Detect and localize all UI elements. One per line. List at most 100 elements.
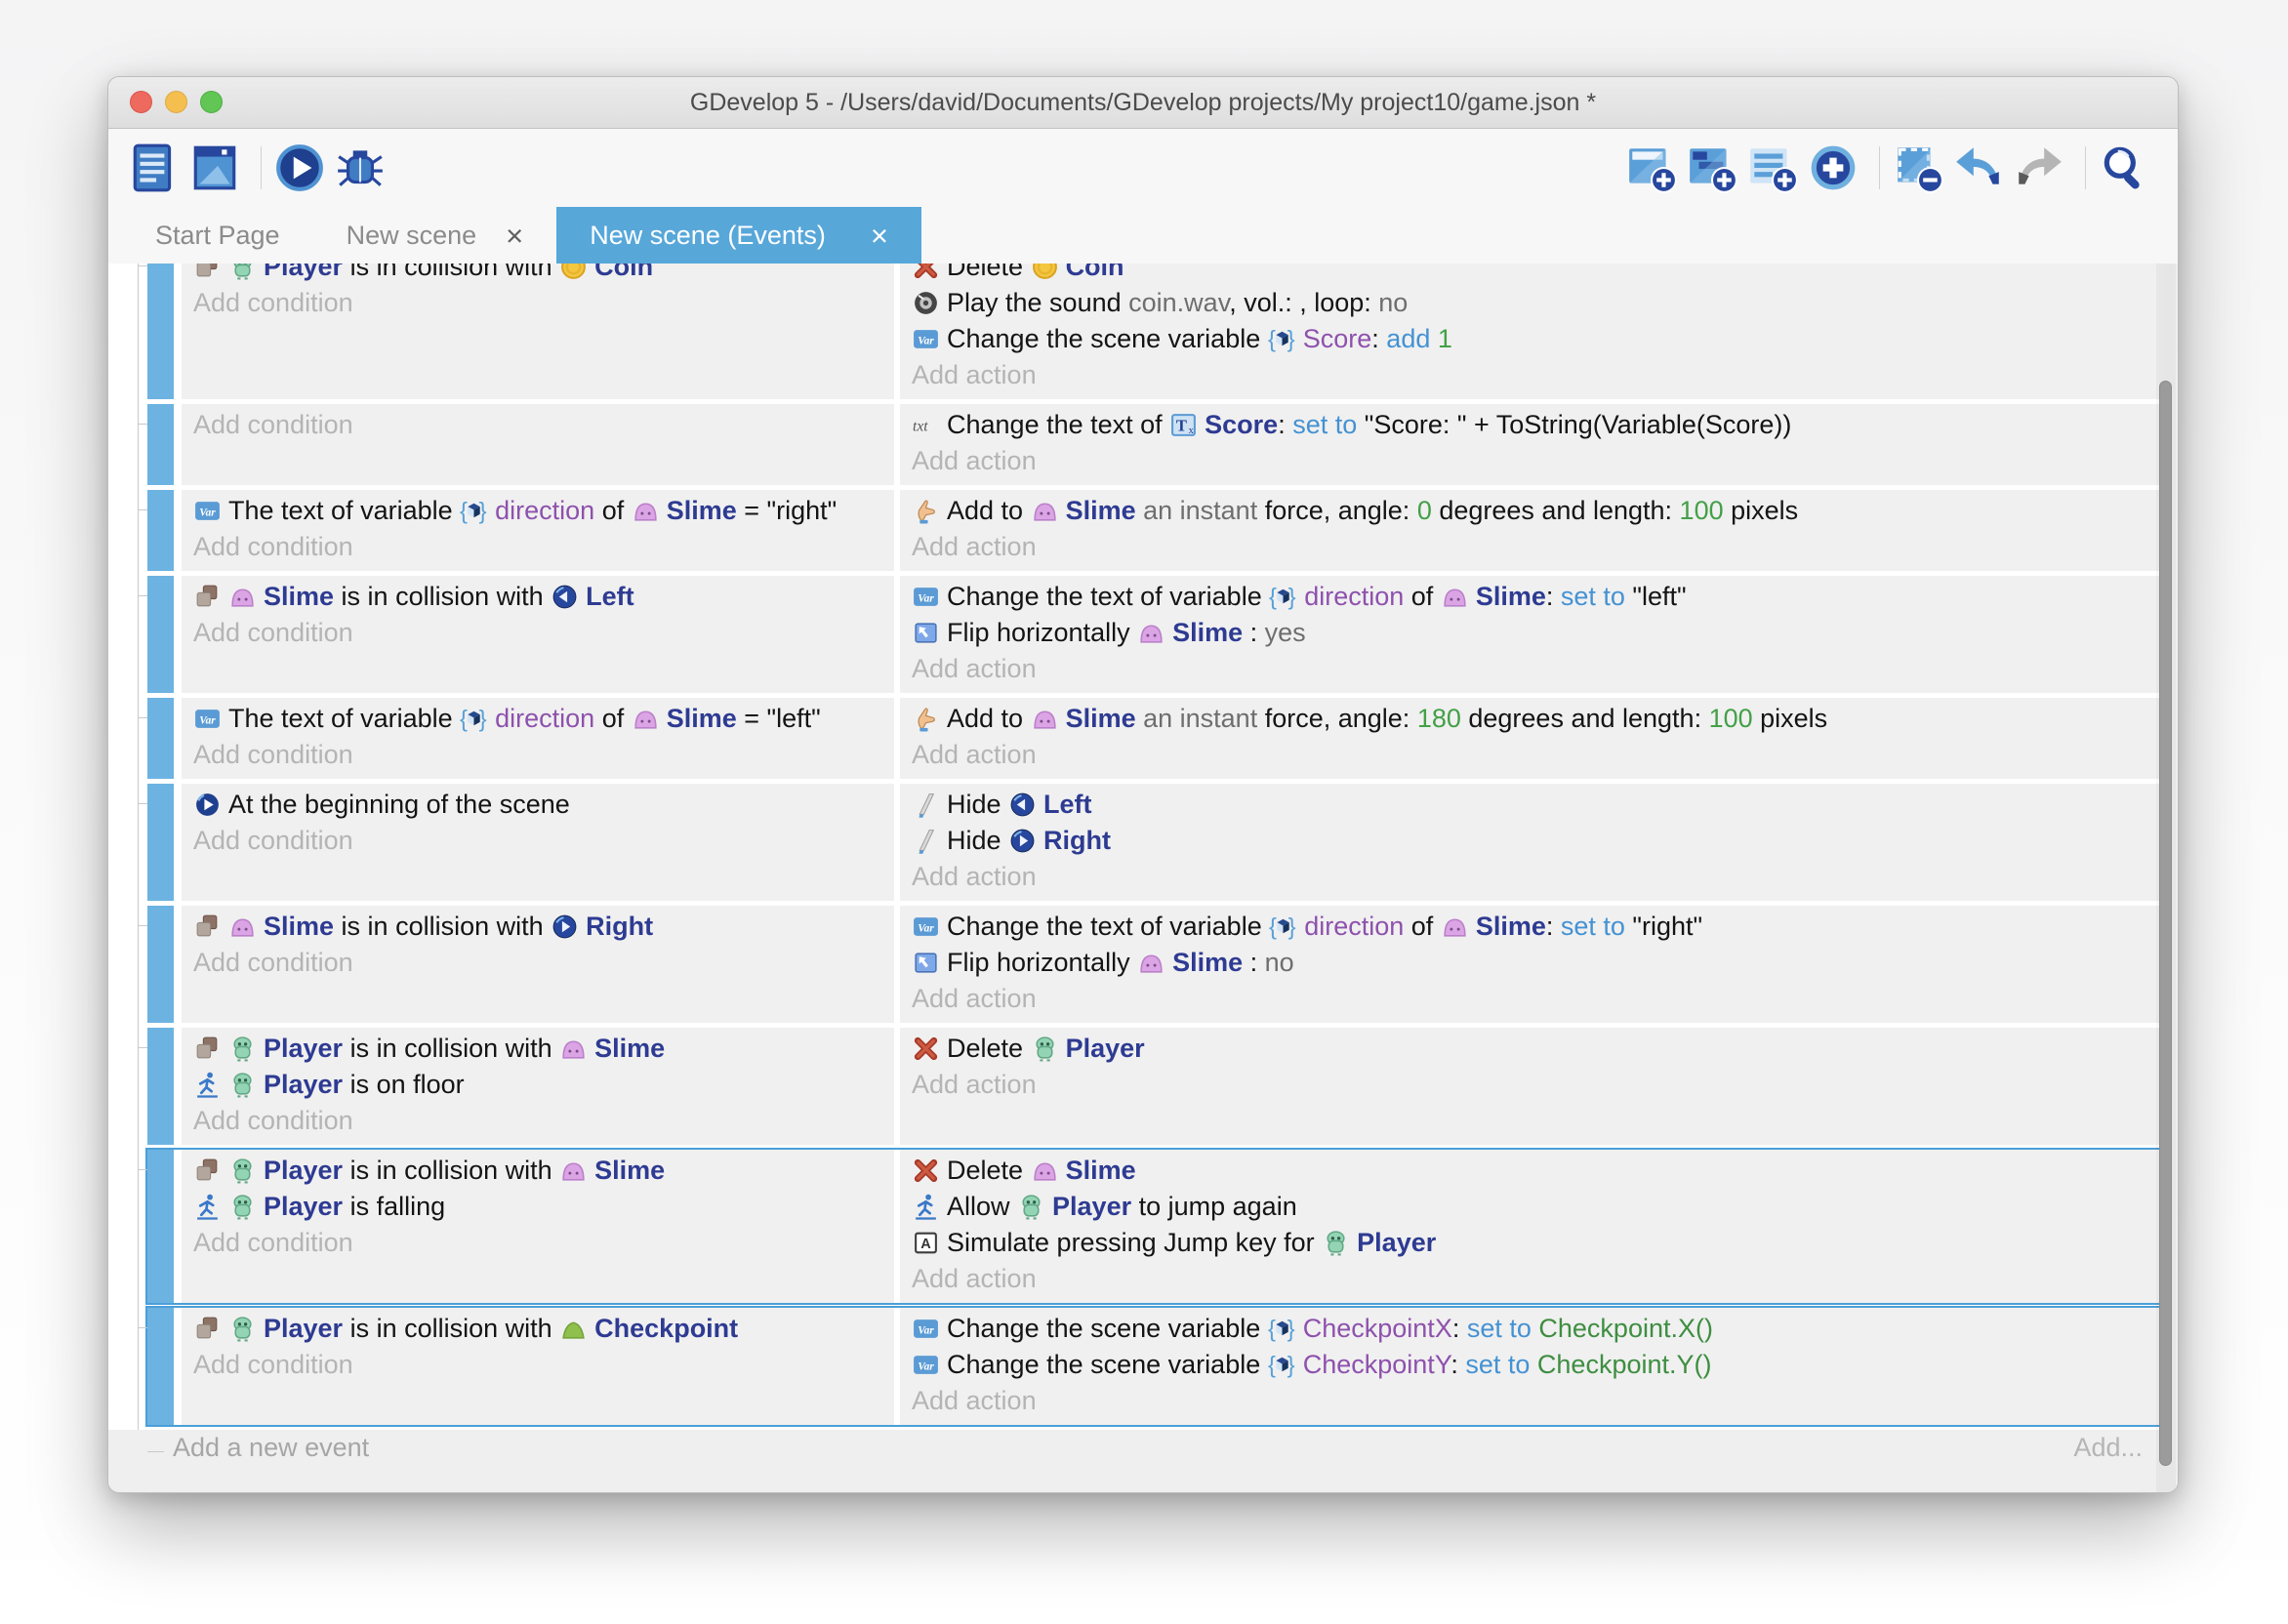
add-condition-button[interactable]: Add condition xyxy=(193,615,882,651)
action-instruction[interactable]: VarChange the scene variable {}Score: ad… xyxy=(912,321,2152,357)
close-tab-icon[interactable]: × xyxy=(506,221,523,251)
add-condition-button[interactable]: Add condition xyxy=(193,407,882,443)
event-row[interactable]: Add condition txtChange the text of TxSco… xyxy=(147,404,2164,485)
text-segment: 0 xyxy=(1417,496,1432,525)
action-instruction[interactable]: Add to Slime an instant force, angle: 0 … xyxy=(912,493,2152,529)
add-action-button[interactable]: Add action xyxy=(912,651,2152,687)
event-selection-strip[interactable] xyxy=(147,576,174,693)
tab-new-scene[interactable]: New scene × xyxy=(313,207,557,264)
event-row[interactable]: Player is in collision with SlimePlayer … xyxy=(147,1150,2164,1303)
project-manager-icon[interactable] xyxy=(128,142,181,194)
add-new-icon[interactable] xyxy=(1807,142,1859,194)
add-button[interactable]: Add... xyxy=(2073,1433,2143,1463)
add-action-button[interactable]: Add action xyxy=(912,737,2152,773)
tab-start-page[interactable]: Start Page xyxy=(122,207,313,264)
event-row[interactable]: Slime is in collision with RightAdd cond… xyxy=(147,906,2164,1023)
variable-icon: Var xyxy=(912,1315,940,1343)
add-action-button[interactable]: Add action xyxy=(912,981,2152,1017)
event-row[interactable]: Player is in collision with CheckpointAd… xyxy=(147,1308,2164,1425)
close-tab-icon[interactable]: × xyxy=(871,221,888,251)
event-selection-strip[interactable] xyxy=(147,1308,174,1425)
action-instruction[interactable]: Delete Player xyxy=(912,1031,2152,1067)
condition-instruction[interactable]: VarThe text of variable {}direction of S… xyxy=(193,493,882,529)
event-selection-strip[interactable] xyxy=(147,404,174,485)
event-selection-strip[interactable] xyxy=(147,264,174,399)
action-instruction[interactable]: Allow Player to jump again xyxy=(912,1189,2152,1225)
add-action-button[interactable]: Add action xyxy=(912,859,2152,895)
tab-new-scene-events[interactable]: New scene (Events) × xyxy=(556,207,921,264)
event-row[interactable]: VarThe text of variable {}direction of S… xyxy=(147,490,2164,571)
action-instruction[interactable]: VarChange the text of variable {}directi… xyxy=(912,579,2152,615)
scrollbar-thumb[interactable] xyxy=(2159,381,2172,1466)
add-condition-button[interactable]: Add condition xyxy=(193,285,882,321)
text-segment: is on floor xyxy=(343,1070,465,1099)
condition-instruction[interactable]: Slime is in collision with Left xyxy=(193,579,882,615)
event-selection-strip[interactable] xyxy=(147,1028,174,1145)
condition-instruction[interactable]: Player is falling xyxy=(193,1189,882,1225)
add-condition-button[interactable]: Add condition xyxy=(193,737,882,773)
play-icon[interactable] xyxy=(273,142,326,194)
condition-instruction[interactable]: Player is in collision with Slime xyxy=(193,1153,882,1189)
action-instruction[interactable]: txtChange the text of TxScore: set to "S… xyxy=(912,407,2152,443)
add-action-button[interactable]: Add action xyxy=(912,1067,2152,1103)
event-selection-strip[interactable] xyxy=(147,490,174,571)
add-action-button[interactable]: Add action xyxy=(912,1261,2152,1297)
conditions-cell: VarThe text of variable {}direction of S… xyxy=(182,698,900,779)
action-instruction[interactable]: VarChange the text of variable {}directi… xyxy=(912,909,2152,945)
event-selection-strip[interactable] xyxy=(147,1150,174,1303)
debug-icon[interactable] xyxy=(334,142,387,194)
add-condition-button[interactable]: Add condition xyxy=(193,529,882,565)
action-instruction[interactable]: Hide Left xyxy=(912,787,2152,823)
svg-text:{: { xyxy=(460,706,468,732)
add-action-button[interactable]: Add action xyxy=(912,357,2152,393)
add-new-event-button[interactable]: Add a new event xyxy=(173,1433,369,1463)
event-selection-strip[interactable] xyxy=(147,784,174,901)
action-instruction[interactable]: Add to Slime an instant force, angle: 18… xyxy=(912,701,2152,737)
variable-structure-icon: {} xyxy=(460,497,488,525)
action-instruction[interactable]: Delete Slime xyxy=(912,1153,2152,1189)
action-instruction[interactable]: VarChange the scene variable {}Checkpoin… xyxy=(912,1311,2152,1347)
condition-instruction[interactable]: VarThe text of variable {}direction of S… xyxy=(193,701,882,737)
action-instruction[interactable]: VarChange the scene variable {}Checkpoin… xyxy=(912,1347,2152,1383)
add-condition-button[interactable]: Add condition xyxy=(193,945,882,981)
condition-instruction[interactable]: At the beginning of the scene xyxy=(193,787,882,823)
event-row[interactable]: Player is in collision with CoinAdd cond… xyxy=(147,264,2164,399)
action-instruction[interactable]: Hide Right xyxy=(912,823,2152,859)
add-comment-icon[interactable] xyxy=(1746,142,1799,194)
action-instruction[interactable]: Flip horizontally Slime : no xyxy=(912,945,2152,981)
condition-instruction[interactable]: Player is in collision with Checkpoint xyxy=(193,1311,882,1347)
action-instruction[interactable]: ASimulate pressing Jump key for Player xyxy=(912,1225,2152,1261)
text-segment: : xyxy=(1450,1350,1465,1379)
event-selection-strip[interactable] xyxy=(147,698,174,779)
add-event-icon[interactable] xyxy=(1625,142,1678,194)
action-instruction[interactable]: Flip horizontally Slime : yes xyxy=(912,615,2152,651)
undo-icon[interactable] xyxy=(1952,142,2005,194)
add-action-button[interactable]: Add action xyxy=(912,529,2152,565)
event-selection-strip[interactable] xyxy=(147,906,174,1023)
delete-event-icon[interactable] xyxy=(1892,142,1944,194)
add-condition-button[interactable]: Add condition xyxy=(193,823,882,859)
event-row[interactable]: Slime is in collision with LeftAdd condi… xyxy=(147,576,2164,693)
condition-instruction[interactable]: Player is on floor xyxy=(193,1067,882,1103)
redo-icon[interactable] xyxy=(2013,142,2065,194)
action-instruction[interactable]: Delete Coin xyxy=(912,264,2152,285)
event-row[interactable]: VarThe text of variable {}direction of S… xyxy=(147,698,2164,779)
add-subevent-icon[interactable] xyxy=(1686,142,1738,194)
condition-instruction[interactable]: Player is in collision with Slime xyxy=(193,1031,882,1067)
event-row[interactable]: Player is in collision with SlimePlayer … xyxy=(147,1028,2164,1145)
condition-instruction[interactable]: Slime is in collision with Right xyxy=(193,909,882,945)
search-icon[interactable] xyxy=(2098,142,2150,194)
add-condition-button[interactable]: Add condition xyxy=(193,1347,882,1383)
add-action-button[interactable]: Add action xyxy=(912,443,2152,479)
text-segment: : xyxy=(1371,324,1386,353)
condition-instruction[interactable]: Player is in collision with Coin xyxy=(193,264,882,285)
scene-editor-icon[interactable] xyxy=(188,142,241,194)
action-instruction[interactable]: Play the sound coin.wav, vol.: , loop: n… xyxy=(912,285,2152,321)
event-card: Player is in collision with CoinAdd cond… xyxy=(182,264,2164,399)
app-window: GDevelop 5 - /Users/david/Documents/GDev… xyxy=(107,76,2179,1493)
add-condition-button[interactable]: Add condition xyxy=(193,1103,882,1139)
add-condition-button[interactable]: Add condition xyxy=(193,1225,882,1261)
checkpoint-icon xyxy=(559,1315,588,1343)
add-action-button[interactable]: Add action xyxy=(912,1383,2152,1419)
event-row[interactable]: At the beginning of the sceneAdd conditi… xyxy=(147,784,2164,901)
